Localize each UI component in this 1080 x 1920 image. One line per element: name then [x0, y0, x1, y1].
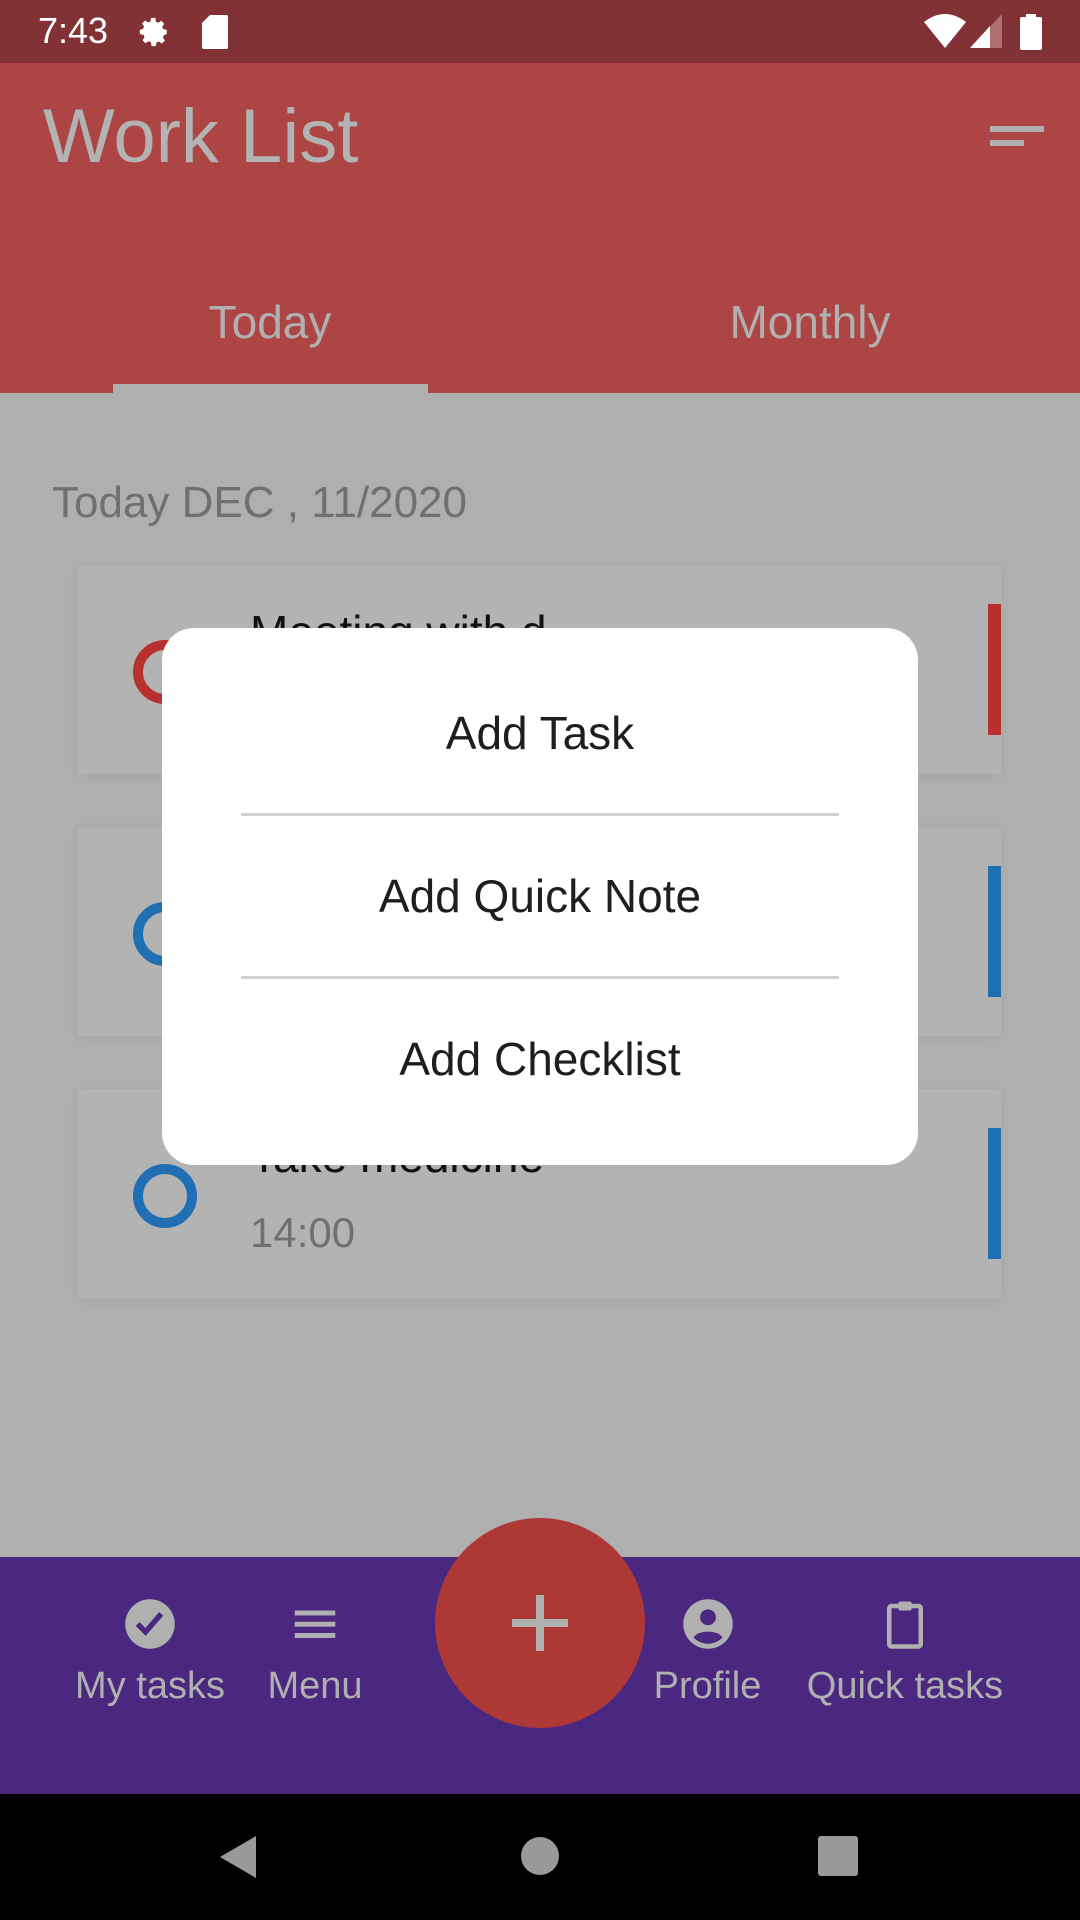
recents-icon[interactable]	[818, 1836, 858, 1876]
menu-icon	[294, 1610, 336, 1638]
battery-icon	[1020, 14, 1042, 50]
tab-monthly[interactable]: Monthly	[540, 295, 1080, 349]
priority-bar	[988, 1128, 1001, 1259]
nav-label: Menu	[267, 1665, 363, 1707]
check-circle-icon	[125, 1599, 175, 1649]
status-time: 7:43	[38, 10, 109, 51]
add-quick-note-option[interactable]: Add Quick Note	[162, 815, 918, 977]
nav-label: My tasks	[75, 1665, 225, 1707]
add-task-option[interactable]: Add Task	[162, 652, 918, 814]
page-title: Work List	[43, 94, 359, 179]
tab-today[interactable]: Today	[0, 295, 540, 349]
priority-bar	[988, 604, 1001, 735]
home-icon[interactable]	[520, 1836, 560, 1876]
nav-quick-tasks[interactable]: Quick tasks	[795, 1597, 1015, 1708]
plus-icon	[512, 1595, 568, 1651]
add-dialog: Add Task Add Quick Note Add Checklist	[162, 628, 918, 1165]
nav-menu[interactable]: Menu	[250, 1597, 380, 1708]
priority-bar	[988, 866, 1001, 997]
back-icon[interactable]	[218, 1836, 258, 1878]
sort-icon[interactable]	[990, 126, 1044, 150]
system-nav-bar	[0, 1794, 1080, 1920]
wifi-icon	[924, 14, 966, 48]
nav-profile[interactable]: Profile	[645, 1597, 770, 1708]
task-time: 14:00	[250, 1209, 356, 1256]
gear-icon	[139, 17, 167, 47]
nav-label: Quick tasks	[806, 1665, 1004, 1707]
profile-icon	[682, 1599, 733, 1649]
add-fab-button[interactable]	[435, 1518, 645, 1728]
add-checklist-option[interactable]: Add Checklist	[162, 978, 918, 1140]
sd-card-icon	[202, 15, 228, 49]
nav-label: Profile	[653, 1665, 762, 1707]
app-bar: Work List Today Monthly	[0, 63, 1080, 394]
nav-my-tasks[interactable]: My tasks	[60, 1597, 240, 1708]
task-checkbox[interactable]	[133, 1164, 197, 1228]
date-header: Today DEC , 11/2020	[52, 478, 467, 527]
clipboard-icon	[887, 1601, 923, 1649]
status-bar: 7:43	[0, 0, 1080, 63]
tab-indicator	[113, 384, 428, 394]
signal-icon	[970, 14, 1002, 48]
